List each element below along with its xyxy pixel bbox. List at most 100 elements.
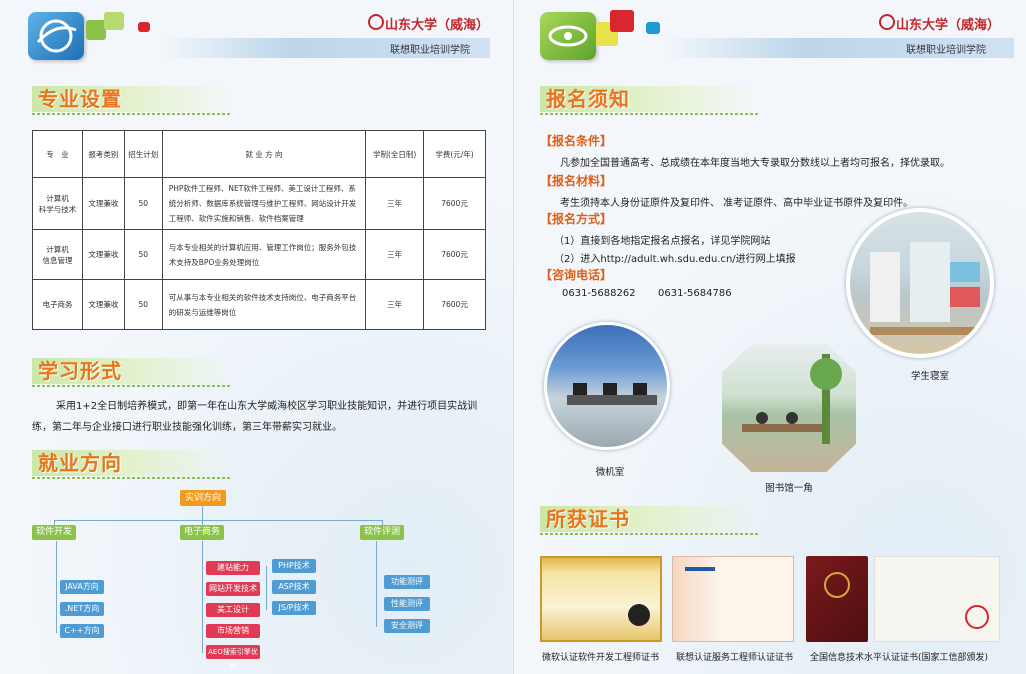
table-row: 电子商务 文理兼收 50 可从事与本专业相关的软件技术支持岗位、电子商务平台的研… (32, 279, 486, 330)
microsoft-certificate-image (540, 556, 662, 642)
decor-square (104, 12, 124, 30)
cell-years: 三年 (365, 229, 425, 280)
cell-plan: 50 (123, 279, 163, 330)
certificate-caption: 微软认证软件开发工程师证书 (542, 653, 660, 663)
university-seal-icon (368, 14, 384, 30)
tree-leaf: ASP技术 (272, 580, 316, 594)
right-page: 山东大学（威海） 联想职业培训学院 报名须知 【报名条件】 凡参加全国普通高考、… (513, 0, 1026, 674)
tree-branch-test: 软件评测 (360, 525, 404, 540)
tree-line (56, 541, 57, 633)
col-header-type: 报考类别 (81, 130, 125, 178)
tree-line (266, 566, 267, 610)
tree-leaf: AEO搜索引擎优化 (206, 645, 260, 670)
requirement-heading: 【报名条件】 (540, 134, 613, 148)
materials-heading: 【报名材料】 (540, 174, 613, 188)
decor-square (86, 20, 106, 40)
photo-caption: 学生寝室 (910, 371, 949, 382)
cell-type: 文理兼收 (81, 229, 125, 280)
tree-leaf: JAVA方向 (60, 580, 104, 594)
method-line: （1）直接到各地指定报名点报名，详见学院网站 (554, 236, 771, 247)
tree-line (54, 520, 382, 521)
section-title-study: 学习形式 (32, 358, 232, 387)
requirement-text: 凡参加全国普通高考、总成绩在本年度当地大专录取分数线以上者均可报名，择优录取。 (560, 158, 950, 169)
cell-years: 三年 (365, 279, 425, 330)
tree-leaf: .NET方向 (60, 602, 104, 616)
major-line: 科学与技术 (38, 204, 77, 214)
library-photo (722, 344, 856, 472)
university-name: 山东大学（威海） (385, 18, 490, 33)
photo-caption: 图书馆一角 (765, 483, 813, 494)
study-paragraph: 采用1+2全日制培养模式，即第一年在山东大学威海校区学习职业技能知识，并进行项目… (32, 401, 478, 433)
cell-plan: 50 (123, 229, 163, 280)
cell-plan: 50 (123, 177, 163, 230)
cell-fee: 7600元 (423, 177, 486, 230)
certificate-caption: 联想认证服务工程师认证证书 (676, 653, 794, 663)
table-row: 计算机 科学与技术 文理兼收 50 PHP软件工程师、NET软件工程师、美工设计工… (32, 177, 486, 230)
photo-caption: 微机室 (595, 467, 625, 478)
method-line: （2）进入http://adult.wh.sdu.edu.cn/进行网上填报 (554, 254, 796, 265)
university-name: 山东大学（威海） (896, 18, 1001, 33)
cell-direction: 与本专业相关的计算机应用、管理工作岗位；服务外包技术支持及BPO业务处理岗位 (161, 229, 367, 280)
certificate-caption: 全国信息技术水平认证证书(国家工信部颁发) (810, 653, 989, 663)
col-header-plan: 招生计划 (123, 130, 163, 178)
tree-leaf: C++方向 (60, 624, 104, 638)
tree-branch-dev: 软件开发 (32, 525, 76, 540)
cell-major: 计算机 科学与技术 (32, 177, 83, 230)
col-header-major: 专 业 (32, 130, 83, 178)
tree-leaf: 美工设计 (206, 603, 260, 617)
national-certificate-image (874, 556, 1000, 642)
dormitory-photo (846, 208, 994, 358)
table-header-row: 专 业 报考类别 招生计划 就 业 方 向 学制(全日制) 学费(元/年) (32, 130, 486, 178)
cell-fee: 7600元 (423, 229, 486, 280)
tree-leaf: 建站能力 (206, 561, 260, 575)
materials-text: 考生须持本人身份证原件及复印件、 准考证原件、高中毕业证书原件及复印件。 (560, 198, 914, 209)
college-name: 联想职业培训学院 (390, 45, 470, 56)
table-row: 计算机 信息管理 文理兼收 50 与本专业相关的计算机应用、管理工作岗位；服务外包… (32, 229, 486, 280)
globe-logo-icon (28, 12, 84, 60)
eye-logo-icon (540, 12, 596, 60)
tree-leaf: 市场营销 (206, 624, 260, 638)
section-title-majors: 专业设置 (32, 86, 232, 115)
tree-leaf: 安全测评 (384, 619, 430, 633)
decor-square (138, 22, 150, 32)
section-title-certificates: 所获证书 (540, 506, 760, 535)
cell-fee: 7600元 (423, 279, 486, 330)
major-line: 计算机 (46, 244, 69, 254)
tree-leaf: 功能测评 (384, 575, 430, 589)
major-line: 计算机 (46, 193, 69, 203)
phone-number: 0631-5684786 (658, 288, 732, 299)
majors-table: 专 业 报考类别 招生计划 就 业 方 向 学制(全日制) 学费(元/年) 计算… (32, 130, 486, 330)
decor-square (646, 22, 660, 34)
major-line: 信息管理 (42, 255, 73, 265)
cell-type: 文理兼收 (81, 279, 125, 330)
tree-line (202, 506, 203, 520)
section-title-enrollment: 报名须知 (540, 86, 760, 115)
decor-square (610, 10, 634, 32)
tree-line (376, 541, 377, 627)
cell-major: 计算机 信息管理 (32, 229, 83, 280)
lenovo-certificate-image (672, 556, 794, 642)
tree-line (202, 541, 203, 653)
tree-branch-ecom: 电子商务 (180, 525, 224, 540)
cell-type: 文理兼收 (81, 177, 125, 230)
cell-years: 三年 (365, 177, 425, 230)
tree-root: 实训方向 (180, 490, 226, 506)
cell-major: 电子商务 (32, 279, 83, 330)
university-seal-icon (879, 14, 895, 30)
cell-direction: PHP软件工程师、NET软件工程师、美工设计工程师、系统分析师、数据库系统管理与… (161, 177, 367, 230)
method-heading: 【报名方式】 (540, 212, 613, 226)
phone-heading: 【咨询电话】 (540, 268, 613, 282)
col-header-direction: 就 业 方 向 (161, 130, 367, 178)
cell-direction: 可从事与本专业相关的软件技术支持岗位、电子商务平台的研发与运维等岗位 (161, 279, 367, 330)
college-name: 联想职业培训学院 (906, 45, 986, 56)
computer-lab-photo (544, 322, 670, 450)
col-header-fee: 学费(元/年) (423, 130, 486, 178)
tree-leaf: 性能测评 (384, 597, 430, 611)
tree-leaf: PHP技术 (272, 559, 316, 573)
col-header-years: 学制(全日制) (365, 130, 425, 178)
passport-certificate-image (806, 556, 868, 642)
tree-leaf: JS/P技术 (272, 601, 316, 615)
phone-number: 0631-5688262 (562, 288, 636, 299)
tree-leaf: 网站开发技术 (206, 582, 260, 596)
section-title-career: 就业方向 (32, 450, 232, 479)
